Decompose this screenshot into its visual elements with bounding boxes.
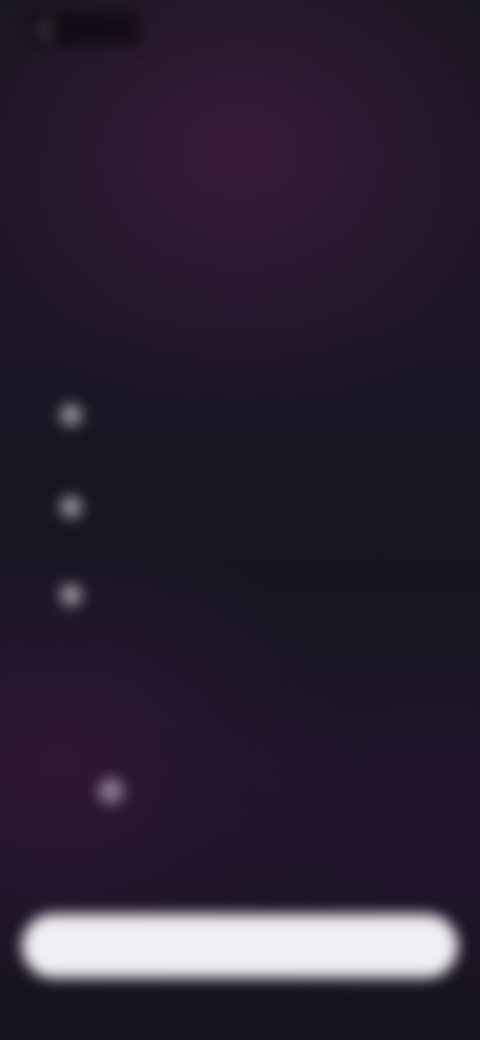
back-button[interactable] <box>30 12 140 46</box>
benefit-item <box>60 404 400 426</box>
check-icon <box>60 584 82 606</box>
benefit-item <box>60 496 400 518</box>
blurred-content <box>0 0 480 1040</box>
top-bar <box>0 0 480 60</box>
screen <box>0 0 480 1040</box>
benefit-item <box>60 584 400 606</box>
chevron-left-icon <box>38 16 63 42</box>
check-icon <box>60 496 82 518</box>
check-icon <box>60 404 82 426</box>
consent-row[interactable] <box>98 778 388 804</box>
continue-button[interactable] <box>22 914 458 978</box>
consent-checkbox[interactable] <box>98 778 124 804</box>
